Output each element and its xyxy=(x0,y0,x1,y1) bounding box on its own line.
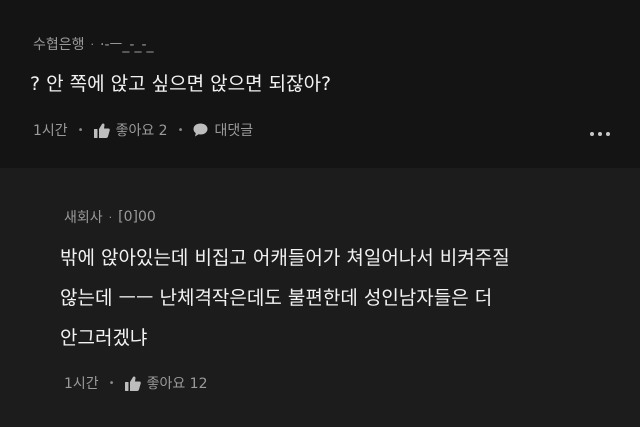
comment-author[interactable]: 수협은행 xyxy=(33,34,85,54)
comment-header: 수협은행 · ·-ㅡ_-_-_ xyxy=(33,34,154,54)
reply-button[interactable]: 대댓글 xyxy=(193,120,253,140)
thumbs-up-icon xyxy=(124,375,141,391)
reply-text-line: 않는데 ㅡㅡ 난체격작은데도 불편한데 성인남자들은 더 xyxy=(60,287,493,309)
more-horizontal-icon xyxy=(590,132,594,136)
like-count-label: 좋아요 12 xyxy=(146,376,208,392)
like-button[interactable]: 좋아요 12 xyxy=(124,373,208,393)
separator-dot: • xyxy=(177,124,184,136)
like-button[interactable]: 좋아요 2 xyxy=(93,120,168,140)
comment-nickname: ·-ㅡ_-_-_ xyxy=(100,37,154,53)
reply-time: 1시간 xyxy=(64,376,99,392)
comment-card: 수협은행 · ·-ㅡ_-_-_ ? 안 쪽에 앉고 싶으면 앉으면 되잖아? 1… xyxy=(0,0,640,168)
more-options-button[interactable] xyxy=(590,132,610,136)
speech-bubble-icon xyxy=(193,123,208,137)
comment-text: ? 안 쪽에 앉고 싶으면 앉으면 되잖아? xyxy=(30,73,332,95)
reply-header: 새회사 · [0]00 xyxy=(64,207,156,227)
thumbs-up-icon xyxy=(93,122,110,138)
reply-author[interactable]: 새회사 xyxy=(64,207,103,227)
reply-text-line: 밖에 앉아있는데 비집고 어캐들어가 쳐일어나서 비켜주질 xyxy=(60,247,510,269)
separator-dot: · xyxy=(108,210,113,224)
reply-label: 대댓글 xyxy=(214,123,254,139)
comment-time: 1시간 xyxy=(33,123,68,139)
reply-text: 밖에 앉아있는데 비집고 어캐들어가 쳐일어나서 비켜주질 않는데 ㅡㅡ 난체격… xyxy=(60,238,510,358)
reply-nickname: [0]00 xyxy=(118,209,156,225)
separator-dot: · xyxy=(90,37,95,51)
like-count-label: 좋아요 2 xyxy=(115,123,168,139)
comment-actions: 1시간 • 좋아요 2 • 대댓글 xyxy=(33,120,253,140)
reply-card: 새회사 · [0]00 밖에 앉아있는데 비집고 어캐들어가 쳐일어나서 비켜주… xyxy=(0,168,640,427)
separator-dot: • xyxy=(108,377,115,389)
reply-text-line: 안그러겠냐 xyxy=(60,327,148,349)
separator-dot: • xyxy=(77,124,84,136)
reply-actions: 1시간 • 좋아요 12 xyxy=(64,373,207,393)
